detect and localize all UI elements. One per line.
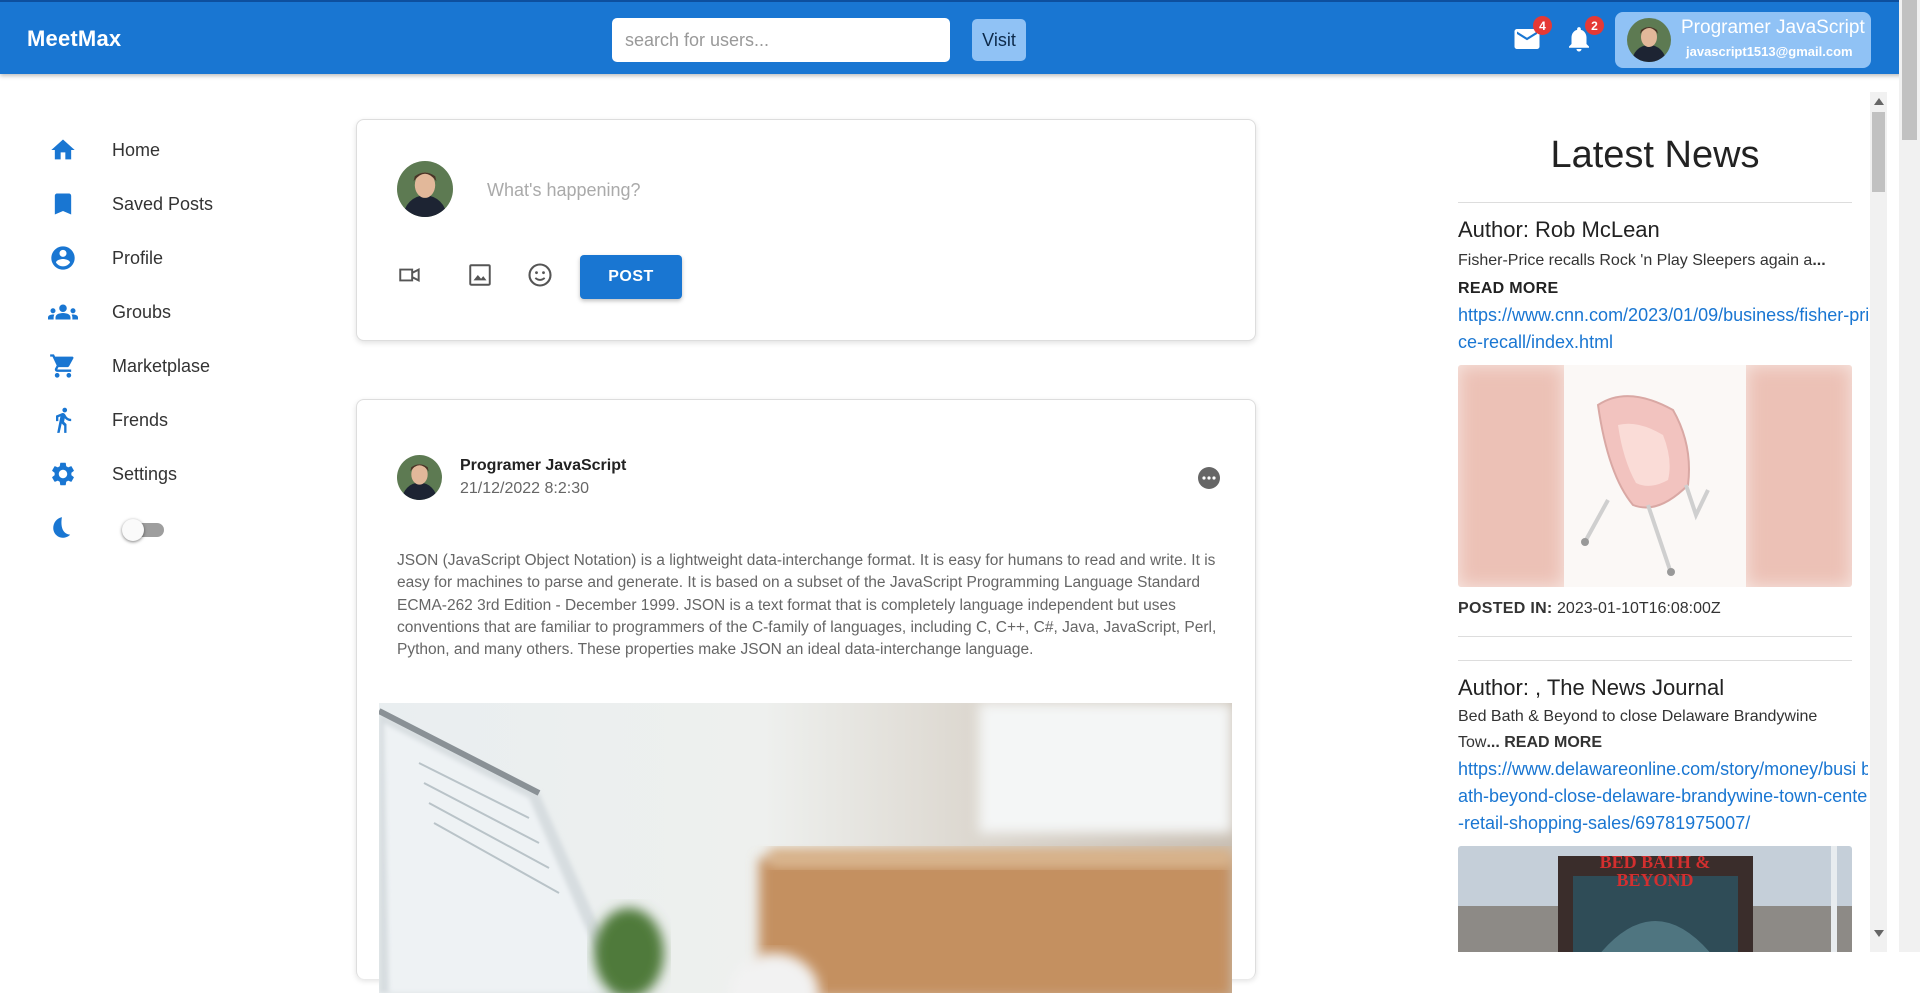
notifications-button[interactable]: 2 [1564, 16, 1604, 54]
sidebar-item-label: Profile [112, 247, 164, 268]
sidebar-item-groups[interactable]: Groubs [48, 292, 288, 332]
moon-icon [48, 513, 78, 543]
account-circle-icon [48, 243, 78, 273]
store-sign: BED BATH & [1600, 852, 1711, 872]
bookmark-icon [48, 189, 78, 219]
post-timestamp: 21/12/2022 8:2:30 [460, 480, 590, 497]
news-scrollbar[interactable] [1870, 92, 1887, 952]
avatar [397, 161, 453, 217]
post-author[interactable]: Programer JavaScript [460, 457, 626, 475]
news-ellipsis: ... [1812, 252, 1826, 269]
latest-news-panel: Latest News Author: Rob McLean Fisher-Pr… [1458, 74, 1868, 952]
messages-badge: 4 [1533, 16, 1552, 35]
avatar [1627, 18, 1671, 62]
user-profile-chip[interactable]: Programer JavaScript javascript1513@gmai… [1615, 12, 1871, 68]
video-icon[interactable] [395, 260, 425, 290]
notifications-badge: 2 [1585, 16, 1604, 35]
gear-icon [48, 459, 78, 489]
page-scrollbar[interactable] [1899, 0, 1920, 952]
read-more-label: READ MORE [1499, 734, 1603, 751]
search-input[interactable] [612, 18, 950, 62]
home-icon [48, 135, 78, 165]
dark-mode-toggle[interactable] [122, 519, 164, 541]
post-card: Programer JavaScript 21/12/2022 8:2:30 J… [356, 399, 1256, 993]
emoji-icon[interactable] [525, 260, 555, 290]
sidebar-item-label: Saved Posts [112, 193, 214, 214]
more-options-icon[interactable] [1197, 466, 1221, 490]
post-body: JSON (JavaScript Object Notation) is a l… [397, 552, 1217, 659]
news-author: Author: Rob McLean [1458, 217, 1660, 242]
store-sign: BEYOND [1616, 870, 1693, 890]
scroll-down-arrow[interactable] [1874, 930, 1884, 937]
brand-logo[interactable]: MeetMax [27, 26, 121, 52]
divider [1458, 202, 1852, 203]
posted-date: 2023-01-10T16:08:00Z [1557, 600, 1721, 617]
news-description: Fisher-Price recalls Rock 'n Play Sleepe… [1458, 248, 1852, 274]
toggle-knob [122, 519, 144, 541]
divider [1458, 636, 1852, 637]
posted-label: POSTED IN: [1458, 600, 1553, 617]
read-more-label: READ MORE [1458, 280, 1559, 297]
sidebar-item-home[interactable]: Home [48, 130, 288, 170]
scrollbar-thumb[interactable] [1902, 0, 1917, 140]
news-author: Author: , The News Journal [1458, 675, 1725, 700]
news-posted: POSTED IN: 2023-01-10T16:08:00Z [1458, 600, 1721, 618]
news-image [1458, 365, 1852, 587]
visit-button[interactable]: Visit [972, 19, 1026, 61]
post-composer: POST [356, 119, 1256, 341]
composer-input[interactable] [487, 170, 1187, 210]
avatar[interactable] [397, 455, 442, 500]
dark-mode-indicator [48, 508, 88, 548]
sidebar-item-label: Settings [112, 463, 178, 484]
messages-button[interactable]: 4 [1512, 16, 1552, 54]
groups-icon [48, 297, 78, 327]
cart-icon [48, 351, 78, 381]
scroll-up-arrow[interactable] [1874, 98, 1884, 105]
sidebar-item-label: Groubs [112, 301, 172, 322]
sidebar-item-profile[interactable]: Profile [48, 238, 288, 278]
sidebar-item-saved-posts[interactable]: Saved Posts [48, 184, 288, 224]
sidebar-item-settings[interactable]: Settings [48, 454, 288, 494]
news-link[interactable]: https://www.delawareonline.com/story/mon… [1458, 756, 1868, 837]
news-description: Bed Bath & Beyond to close Delaware Bran… [1458, 704, 1852, 756]
divider [1458, 660, 1852, 661]
user-email: javascript1513@gmail.com [1686, 44, 1853, 59]
image-icon[interactable] [465, 260, 495, 290]
news-image: BED BATH & BEYOND [1458, 846, 1852, 952]
walking-person-icon [48, 405, 78, 435]
scrollbar-thumb[interactable] [1872, 112, 1885, 192]
news-ellipsis: ... [1486, 734, 1500, 751]
post-image[interactable] [379, 703, 1232, 993]
news-link[interactable]: https://www.cnn.com/2023/01/09/business/… [1458, 302, 1868, 356]
sidebar-item-label: Marketplase [112, 355, 211, 376]
top-app-bar: MeetMax Visit 4 2 Programer JavaScript j… [0, 0, 1920, 74]
news-description-text: Fisher-Price recalls Rock 'n Play Sleepe… [1458, 252, 1813, 269]
user-name: Programer JavaScript [1681, 17, 1865, 38]
post-button[interactable]: POST [580, 255, 682, 299]
sidebar-item-label: Frends [112, 409, 169, 430]
sidebar-item-friends[interactable]: Frends [48, 400, 288, 440]
sidebar-item-label: Home [112, 139, 161, 160]
sidebar-item-marketplace[interactable]: Marketplase [48, 346, 288, 386]
news-heading: Latest News [1550, 134, 1760, 176]
